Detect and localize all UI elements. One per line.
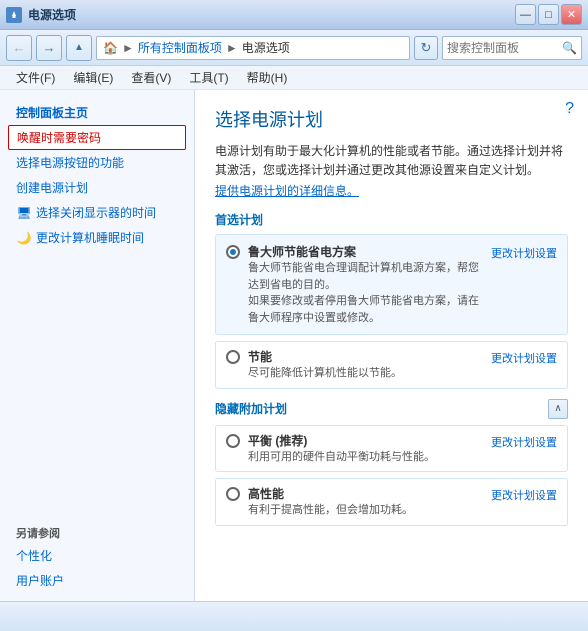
- search-box: 🔍: [442, 36, 582, 60]
- breadcrumb-home[interactable]: 🏠: [103, 41, 118, 55]
- panel-title: 选择电源计划: [215, 106, 568, 132]
- sidebar-main-link[interactable]: 控制面板主页: [0, 98, 194, 125]
- status-bar: [0, 601, 588, 631]
- plan-desc-balance: 利用可用的硬件自动平衡功耗与性能。: [248, 449, 483, 466]
- sidebar-item-display-off[interactable]: 🖥 选择关闭显示器的时间: [0, 200, 194, 225]
- close-button[interactable]: ✕: [561, 4, 582, 25]
- monitor-icon: 🖥: [16, 205, 32, 221]
- plan-radio-balance[interactable]: [226, 434, 240, 448]
- plan-item-jieneng: 节能 尽可能降低计算机性能以节能。 更改计划设置: [215, 341, 568, 389]
- sidebar-spacer: [0, 250, 194, 266]
- plan-item-ludashi: 鲁大师节能省电方案 鲁大师节能省电合理调配计算机电源方案，帮您达到省电的目的。如…: [215, 234, 568, 335]
- menu-view[interactable]: 查看(V): [123, 67, 179, 88]
- up-button[interactable]: ▲: [66, 35, 92, 61]
- breadcrumb: 🏠 ► 所有控制面板项 ► 电源选项: [96, 36, 410, 60]
- sidebar-item-user-accounts[interactable]: 用户账户: [0, 568, 194, 593]
- hidden-section-header: 隐藏附加计划 ∧: [215, 399, 568, 419]
- sidebar-item-personalize[interactable]: 个性化: [0, 543, 194, 568]
- sidebar-item-create-plan[interactable]: 创建电源计划: [0, 175, 194, 200]
- panel-detail-link[interactable]: 提供电源计划的详细信息。: [215, 184, 359, 198]
- title-bar-left: 电源选项: [6, 6, 76, 23]
- hidden-section-label: 隐藏附加计划: [215, 400, 287, 417]
- maximize-button[interactable]: □: [538, 4, 559, 25]
- plan-desc-jieneng: 尽可能降低计算机性能以节能。: [248, 365, 483, 382]
- preferred-section-label: 首选计划: [215, 211, 568, 228]
- sidebar: 控制面板主页 唤醒时需要密码 选择电源按钮的功能 创建电源计划 🖥 选择关闭显示…: [0, 90, 195, 601]
- plan-name-high-perf: 高性能: [248, 485, 483, 502]
- panel-description: 电源计划有助于最大化计算机的性能或者节能。通过选择计划并将其激活，您或选择计划并…: [215, 142, 568, 180]
- menu-bar: 文件(F) 编辑(E) 查看(V) 工具(T) 帮助(H): [0, 66, 588, 90]
- hidden-section-toggle[interactable]: ∧: [548, 399, 568, 419]
- plan-radio-jieneng[interactable]: [226, 350, 240, 364]
- help-icon[interactable]: ?: [565, 100, 574, 118]
- breadcrumb-all-items[interactable]: 所有控制面板项: [138, 39, 222, 56]
- title-bar: 电源选项 — □ ✕: [0, 0, 588, 30]
- minimize-button[interactable]: —: [515, 4, 536, 25]
- breadcrumb-current: 电源选项: [242, 39, 290, 56]
- menu-edit[interactable]: 编辑(E): [65, 67, 121, 88]
- back-button[interactable]: ←: [6, 35, 32, 61]
- sidebar-item-power-button[interactable]: 选择电源按钮的功能: [0, 150, 194, 175]
- sidebar-item-wakeup-password[interactable]: 唤醒时需要密码: [8, 125, 186, 150]
- sleep-icon: 🌙: [16, 230, 32, 246]
- search-icon[interactable]: 🔍: [562, 41, 577, 55]
- plan-change-ludashi[interactable]: 更改计划设置: [491, 245, 557, 261]
- plan-change-high-perf[interactable]: 更改计划设置: [491, 487, 557, 503]
- menu-file[interactable]: 文件(F): [8, 67, 63, 88]
- forward-button[interactable]: →: [36, 35, 62, 61]
- plan-radio-ludashi[interactable]: [226, 245, 240, 259]
- plan-desc-ludashi: 鲁大师节能省电合理调配计算机电源方案，帮您达到省电的目的。如果要修改或者停用鲁大…: [248, 260, 483, 326]
- plan-item-high-perf: 高性能 有利于提高性能，但会增加功耗。 更改计划设置: [215, 478, 568, 526]
- main-content: 控制面板主页 唤醒时需要密码 选择电源按钮的功能 创建电源计划 🖥 选择关闭显示…: [0, 90, 588, 601]
- plan-desc-high-perf: 有利于提高性能，但会增加功耗。: [248, 502, 483, 519]
- menu-tools[interactable]: 工具(T): [181, 67, 236, 88]
- sidebar-item-sleep-time[interactable]: 🌙 更改计算机睡眠时间: [0, 225, 194, 250]
- plan-name-jieneng: 节能: [248, 348, 483, 365]
- search-input[interactable]: [447, 41, 562, 55]
- plan-radio-high-perf[interactable]: [226, 487, 240, 501]
- window-title: 电源选项: [28, 6, 76, 23]
- plan-name-balance: 平衡 (推荐): [248, 432, 483, 449]
- plan-item-balance: 平衡 (推荐) 利用可用的硬件自动平衡功耗与性能。 更改计划设置: [215, 425, 568, 473]
- right-panel: ? 选择电源计划 电源计划有助于最大化计算机的性能或者节能。通过选择计划并将其激…: [195, 90, 588, 601]
- plan-change-jieneng[interactable]: 更改计划设置: [491, 350, 557, 366]
- refresh-button[interactable]: ↻: [414, 36, 438, 60]
- menu-help[interactable]: 帮助(H): [239, 67, 296, 88]
- plan-name-ludashi: 鲁大师节能省电方案: [248, 243, 483, 260]
- plan-change-balance[interactable]: 更改计划设置: [491, 434, 557, 450]
- sidebar-also-section: 另请参阅: [0, 519, 194, 543]
- window-controls: — □ ✕: [515, 4, 582, 25]
- app-icon: [6, 7, 22, 23]
- nav-bar: ← → ▲ 🏠 ► 所有控制面板项 ► 电源选项 ↻ 🔍: [0, 30, 588, 66]
